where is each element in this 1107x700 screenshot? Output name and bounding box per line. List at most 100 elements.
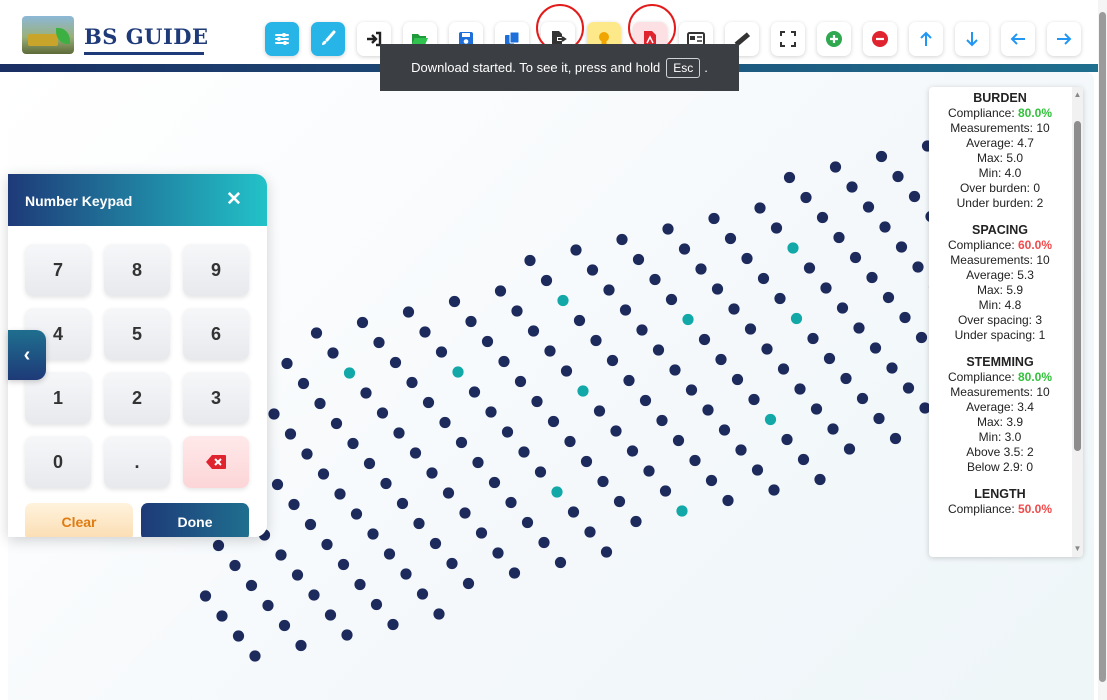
blast-hole[interactable] [908, 190, 921, 203]
blast-hole[interactable] [768, 484, 780, 496]
blast-hole[interactable] [856, 392, 869, 405]
blast-hole[interactable] [508, 567, 521, 579]
blast-hole[interactable] [327, 347, 339, 359]
blast-hole[interactable] [652, 344, 665, 356]
blast-hole[interactable] [465, 315, 477, 328]
blast-hole[interactable] [744, 323, 757, 335]
scroll-up-arrow-icon[interactable]: ▲ [1073, 90, 1082, 100]
blast-hole[interactable] [554, 556, 567, 569]
blast-hole[interactable] [216, 610, 228, 622]
blast-hole[interactable] [402, 306, 415, 318]
stats-scrollbar-thumb[interactable] [1074, 121, 1081, 451]
blast-hole[interactable] [816, 211, 829, 224]
move-left-button[interactable] [1001, 22, 1035, 56]
blast-hole[interactable] [689, 454, 701, 467]
blast-hole[interactable] [724, 232, 737, 245]
blast-hole[interactable] [751, 464, 764, 476]
collapse-panel-button[interactable]: ‹ [8, 330, 46, 380]
blast-hole[interactable] [853, 322, 865, 334]
blast-hole[interactable] [600, 546, 613, 558]
blast-hole[interactable] [613, 495, 626, 508]
blast-hole[interactable] [875, 150, 888, 163]
blast-hole[interactable] [895, 241, 908, 253]
blast-hole[interactable] [321, 538, 333, 551]
key-decimal[interactable]: . [104, 436, 170, 488]
blast-hole[interactable] [350, 508, 363, 520]
keypad-done-button[interactable]: Done [141, 503, 249, 537]
blast-hole[interactable] [459, 507, 471, 519]
blast-hole[interactable] [597, 475, 609, 488]
blast-hole[interactable] [308, 589, 320, 601]
blast-hole[interactable] [630, 515, 642, 528]
blast-hole-highlighted[interactable] [764, 413, 777, 426]
blast-hole[interactable] [639, 394, 652, 407]
blast-hole[interactable] [540, 274, 553, 287]
blast-hole-highlighted[interactable] [343, 367, 356, 379]
blast-hole[interactable] [892, 170, 904, 183]
move-up-button[interactable] [909, 22, 943, 56]
move-down-button[interactable] [955, 22, 989, 56]
blast-hole[interactable] [433, 608, 445, 620]
blast-hole[interactable] [406, 376, 418, 389]
blast-hole[interactable] [873, 412, 885, 425]
blast-hole[interactable] [435, 346, 448, 358]
blast-hole[interactable] [360, 387, 372, 399]
blast-hole[interactable] [754, 202, 766, 214]
blast-hole[interactable] [843, 443, 856, 455]
blast-hole[interactable] [757, 272, 770, 285]
blast-hole[interactable] [912, 261, 924, 273]
blast-hole[interactable] [810, 403, 823, 415]
blast-hole[interactable] [915, 331, 928, 344]
blast-hole[interactable] [314, 397, 326, 410]
blast-hole[interactable] [669, 364, 681, 376]
blast-hole[interactable] [284, 428, 297, 440]
blast-hole[interactable] [718, 424, 731, 436]
blast-hole[interactable] [268, 408, 280, 420]
blast-hole[interactable] [426, 467, 438, 479]
blast-hole[interactable] [494, 285, 507, 297]
blast-hole[interactable] [419, 326, 431, 338]
blast-hole[interactable] [722, 494, 734, 507]
blast-hole[interactable] [849, 251, 862, 264]
blast-hole[interactable] [623, 374, 635, 387]
blast-hole[interactable] [416, 588, 429, 600]
blast-hole[interactable] [794, 383, 806, 395]
blast-hole[interactable] [334, 488, 346, 500]
blast-hole[interactable] [370, 598, 383, 611]
blast-hole[interactable] [564, 435, 576, 448]
blast-hole[interactable] [455, 436, 468, 449]
blast-hole[interactable] [643, 465, 655, 477]
blast-hole[interactable] [846, 181, 858, 193]
blast-hole[interactable] [448, 295, 461, 308]
blast-hole[interactable] [619, 304, 632, 316]
blast-hole[interactable] [199, 590, 212, 602]
blast-hole[interactable] [409, 447, 422, 459]
blast-hole[interactable] [462, 577, 475, 590]
add-button[interactable] [817, 22, 851, 56]
blast-hole[interactable] [354, 578, 366, 591]
blast-hole[interactable] [869, 342, 882, 354]
blast-hole-highlighted[interactable] [577, 385, 589, 397]
blast-hole[interactable] [665, 293, 678, 306]
blast-hole[interactable] [442, 487, 455, 499]
blast-hole[interactable] [472, 456, 484, 469]
blast-hole-highlighted[interactable] [551, 486, 563, 498]
blast-hole[interactable] [383, 548, 396, 560]
blast-hole[interactable] [735, 444, 747, 456]
blast-hole[interactable] [544, 345, 556, 357]
blast-hole[interactable] [584, 526, 596, 538]
blast-hole[interactable] [616, 233, 628, 246]
blast-hole[interactable] [446, 557, 458, 570]
blast-hole[interactable] [363, 457, 376, 470]
blast-hole[interactable] [761, 343, 773, 355]
blast-hole[interactable] [291, 569, 304, 581]
blast-hole[interactable] [475, 527, 488, 539]
blast-hole[interactable] [521, 516, 534, 529]
blast-hole[interactable] [586, 264, 599, 276]
blast-hole[interactable] [481, 335, 494, 348]
blast-hole[interactable] [278, 619, 291, 632]
blast-hole[interactable] [777, 363, 790, 375]
key-6[interactable]: 6 [183, 308, 249, 360]
blast-hole[interactable] [281, 357, 293, 370]
blast-hole[interactable] [560, 365, 573, 377]
